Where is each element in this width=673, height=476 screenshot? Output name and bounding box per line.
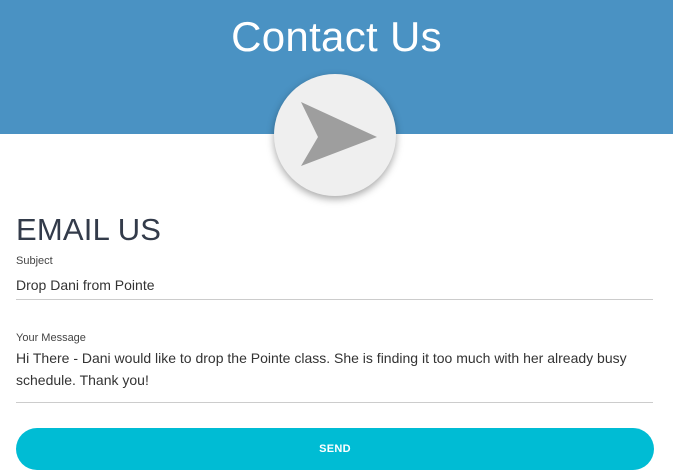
email-us-heading: EMAIL US — [16, 212, 162, 247]
page-title: Contact Us — [231, 13, 442, 60]
subject-underline — [16, 299, 653, 300]
subject-input[interactable]: Drop Dani from Pointe — [16, 274, 636, 296]
send-badge — [274, 74, 396, 196]
message-underline — [16, 402, 653, 403]
subject-label: Subject — [16, 255, 53, 267]
message-textarea[interactable]: Hi There - Dani would like to drop the P… — [16, 347, 636, 391]
message-label: Your Message — [16, 332, 86, 344]
paper-plane-send-icon — [301, 102, 377, 166]
send-button[interactable]: SEND — [16, 428, 654, 470]
